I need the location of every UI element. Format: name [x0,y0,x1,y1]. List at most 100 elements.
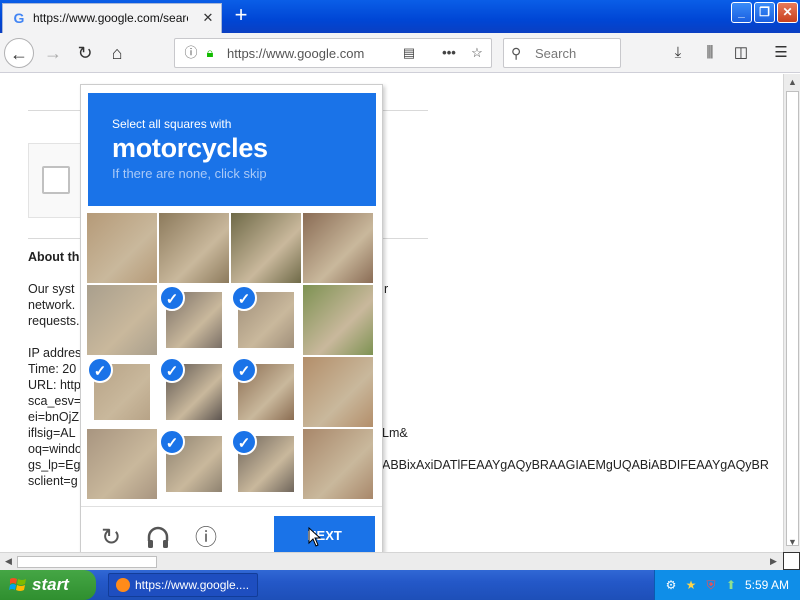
browser-tab[interactable]: G https://www.google.com/search? ✕ [2,3,222,33]
selected-check-icon: ✓ [231,285,257,311]
system-tray: ⚙ ★ ⛨ ⬆ 5:59 AM [654,570,800,600]
paragraph-line: network. [28,298,76,312]
sidebar-icon[interactable]: ◫ [731,43,751,63]
new-tab-button[interactable]: + [229,4,253,28]
captcha-tile[interactable] [303,357,373,427]
selected-check-icon: ✓ [231,357,257,383]
menu-icon[interactable]: ☰ [771,43,791,63]
selected-check-icon: ✓ [159,357,185,383]
search-input[interactable]: ⚲ Search [503,38,621,68]
next-button[interactable]: NEXT [274,516,375,552]
captcha-tile[interactable] [87,429,157,499]
vertical-scrollbar[interactable]: ▲ ▼ [783,74,800,552]
window-titlebar: G https://www.google.com/search? ✕ + _ ❐… [0,0,800,33]
back-arrow-icon[interactable]: ← [4,38,34,68]
network-icon[interactable]: ⚙ [663,577,679,593]
scrollbar-thumb[interactable] [17,556,157,568]
minimize-button[interactable]: _ [731,2,752,23]
security-icon[interactable]: ★ [683,577,699,593]
scroll-right-arrow-icon[interactable]: ▶ [765,553,782,570]
detail-line: URL: http [28,378,81,392]
page-actions-icon[interactable]: ••• [441,45,457,61]
paragraph-line-end: r [384,282,389,296]
captcha-tile-image [87,285,157,355]
captcha-tile[interactable]: ✓ [159,285,229,355]
selected-check-icon: ✓ [87,357,113,383]
recaptcha-checkbox[interactable] [42,166,70,194]
detail-line: sclient=g [28,474,78,488]
bookmark-star-icon[interactable]: ☆ [469,45,485,61]
captcha-tile[interactable] [159,213,229,283]
captcha-tile-image [231,213,301,283]
captcha-tile-image [159,213,229,283]
window-close-button[interactable]: ✕ [777,2,798,23]
detail-line-end: ABBixAxiDATlFEAAYgAQyBRAAGIAEMgUQABiABDI… [382,458,769,472]
reload-icon[interactable]: ↻ [98,525,124,551]
captcha-tile[interactable] [231,213,301,283]
info-icon[interactable]: ⓘ [193,525,219,551]
captcha-tile-image [303,285,373,355]
windows-logo-icon [9,578,26,591]
captcha-tile-image [87,213,157,283]
update-icon[interactable]: ⬆ [723,577,739,593]
captcha-tile[interactable] [303,213,373,283]
captcha-tile[interactable] [303,285,373,355]
library-icon[interactable]: ⫼ [700,43,720,63]
captcha-tile[interactable]: ✓ [231,285,301,355]
taskbar-firefox-item[interactable]: https://www.google.... [108,573,258,597]
shield-alert-icon[interactable]: ⛨ [703,577,719,593]
captcha-tile[interactable] [87,213,157,283]
captcha-challenge-popup: Select all squares with motorcycles If t… [80,84,383,552]
captcha-tile[interactable] [87,285,157,355]
start-label: start [32,575,69,594]
page-content: About th Our syst network. requests. r I… [0,74,783,552]
maximize-button[interactable]: ❐ [754,2,775,23]
paragraph-line: requests. [28,314,80,328]
horizontal-scrollbar[interactable]: ◀ ▶ [0,552,783,570]
captcha-tile[interactable] [303,429,373,499]
captcha-tile-image [303,429,373,499]
home-icon[interactable]: ⌂ [102,38,132,68]
captcha-tile-image [303,357,373,427]
captcha-tile[interactable]: ✓ [231,357,301,427]
scrollbar-thumb[interactable] [786,91,799,546]
navigation-toolbar: ← → ↻ ⌂ ⓘ 🔒︎ https://www.google.com ▤ ••… [0,33,800,73]
selected-check-icon: ✓ [159,285,185,311]
divider [81,506,382,507]
lock-icon: 🔒︎ [206,45,214,60]
captcha-tile[interactable]: ✓ [159,429,229,499]
info-icon[interactable]: ⓘ [183,45,199,61]
detail-line: Time: 20 [28,362,77,376]
detail-line: gs_lp=Eg [28,458,81,472]
taskbar: start https://www.google.... ⚙ ★ ⛨ ⬆ 5:5… [0,570,800,600]
scroll-up-arrow-icon[interactable]: ▲ [784,74,800,91]
selected-check-icon: ✓ [159,429,185,455]
taskbar-item-label: https://www.google.... [135,578,250,592]
forward-arrow-icon[interactable]: → [38,38,68,68]
captcha-target-word: motorcycles [112,133,268,163]
detail-line: IP addres [28,346,82,360]
scroll-left-arrow-icon[interactable]: ◀ [0,553,17,570]
about-heading: About th [28,250,80,264]
url-text: https://www.google.com [227,46,365,61]
reload-icon[interactable]: ↻ [70,38,100,68]
headphones-icon[interactable] [145,525,171,551]
scroll-down-arrow-icon[interactable]: ▼ [784,534,800,551]
detail-line: oq=windo [28,442,82,456]
selected-check-icon: ✓ [231,429,257,455]
tab-close-icon[interactable]: ✕ [200,10,216,26]
url-bar[interactable]: ⓘ 🔒︎ https://www.google.com ▤ ••• ☆ [174,38,492,68]
mouse-cursor-icon [308,527,322,547]
captcha-tile[interactable]: ✓ [87,357,157,427]
clock: 5:59 AM [745,578,790,592]
detail-line-end: Lm& [382,426,408,440]
start-button[interactable]: start [0,570,96,600]
reader-view-icon[interactable]: ▤ [401,45,417,61]
detail-line: sca_esv= [28,394,82,408]
captcha-header: Select all squares with motorcycles If t… [88,93,376,206]
google-favicon-icon: G [13,10,25,26]
captcha-instruction: Select all squares with [112,117,232,131]
captcha-tile[interactable]: ✓ [231,429,301,499]
download-icon[interactable]: ⤓ [668,43,688,63]
captcha-tile[interactable]: ✓ [159,357,229,427]
